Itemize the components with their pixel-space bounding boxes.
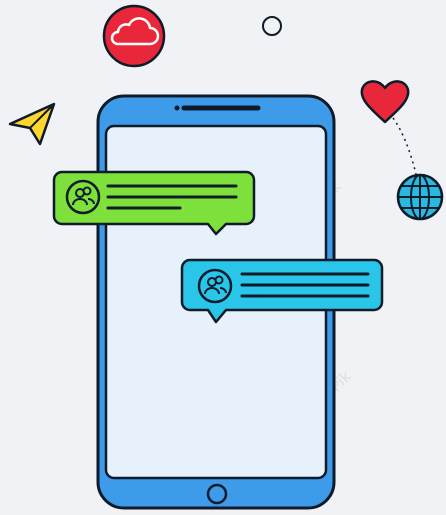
illustration-svg <box>8 4 444 510</box>
cloud-badge <box>102 4 166 68</box>
heart-icon <box>360 80 410 124</box>
user-group-icon <box>65 179 101 215</box>
circle-icon <box>262 16 282 36</box>
illustration: LovePik LovePik LovePik LovePik <box>0 0 446 515</box>
user-group-icon <box>197 268 233 304</box>
camera-dot <box>174 105 180 111</box>
home-button-icon[interactable] <box>206 483 228 505</box>
globe-icon <box>396 173 444 221</box>
dotted-connector <box>392 117 417 175</box>
paper-plane-icon <box>8 102 56 146</box>
message-bubble-green[interactable] <box>52 170 256 236</box>
